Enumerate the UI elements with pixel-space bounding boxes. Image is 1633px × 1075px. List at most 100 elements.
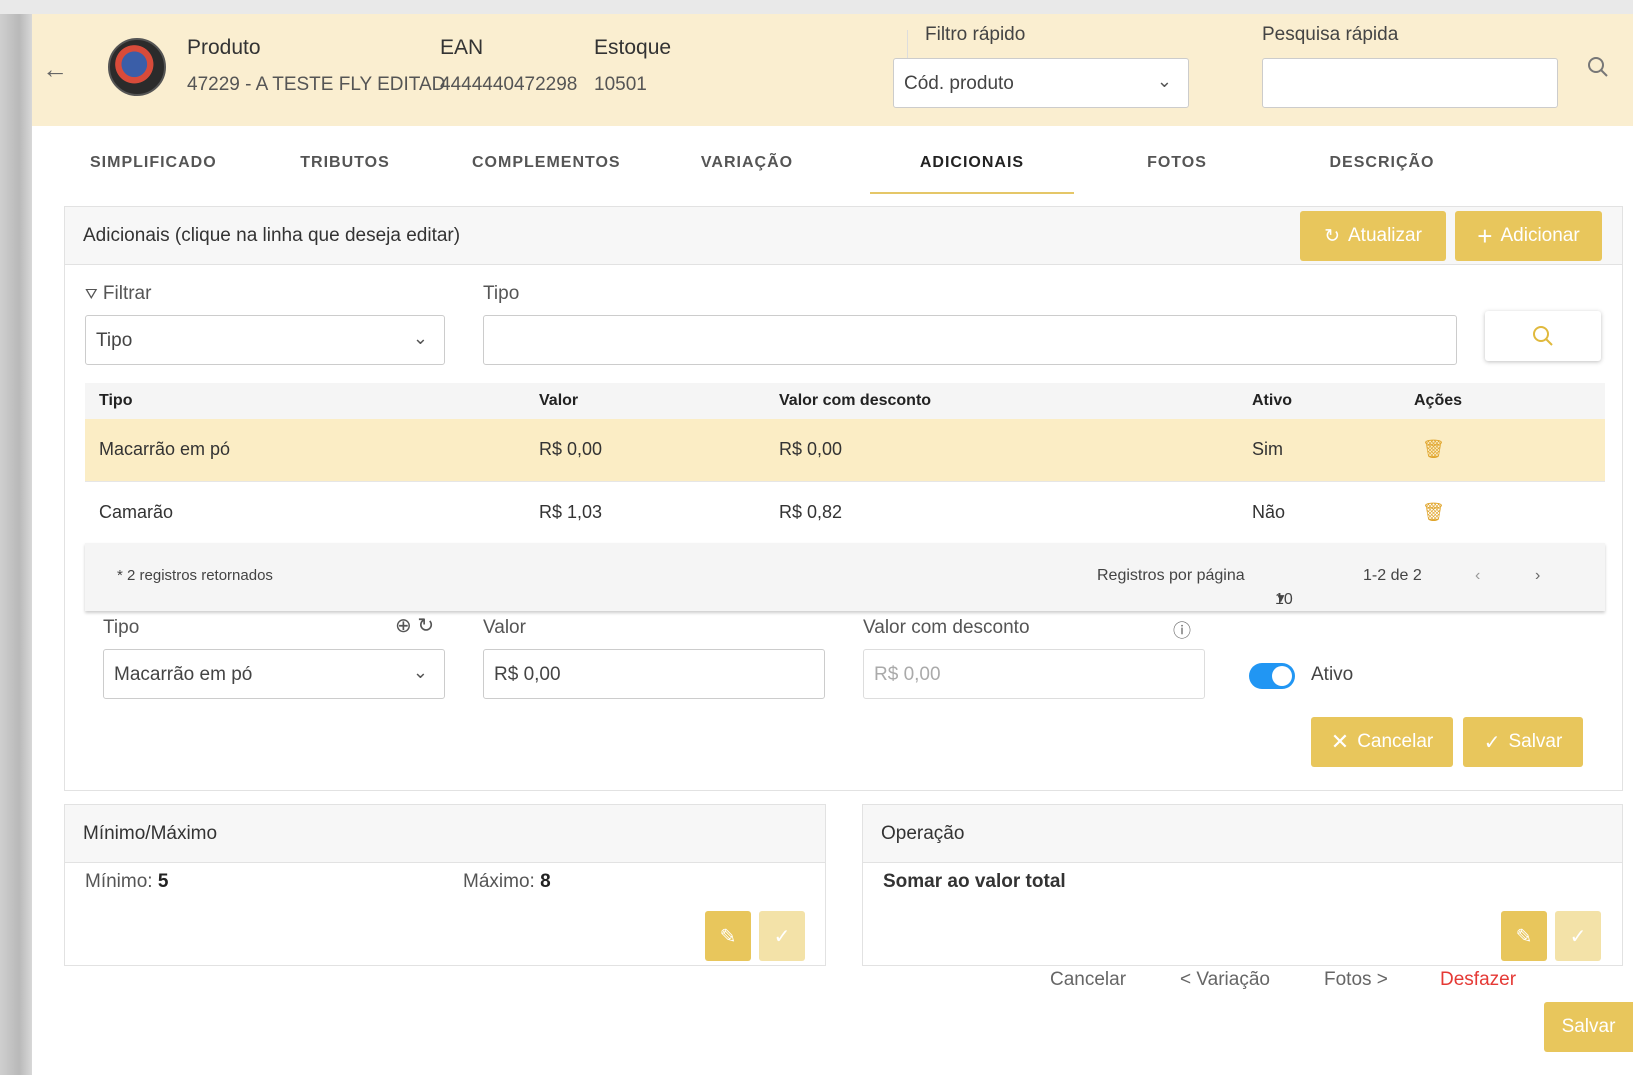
operation-value: Somar ao valor total — [883, 871, 1066, 892]
add-circle-icon[interactable]: ⊕ — [395, 615, 412, 637]
chevron-down-icon: ⌄ — [412, 328, 428, 348]
records-returned: * 2 registros retornados — [117, 567, 273, 584]
refresh-button[interactable]: ↻ Atualizar — [1300, 211, 1446, 261]
quick-filter-select[interactable]: Cód. produto ⌄ — [893, 58, 1189, 108]
cell-ativo: Não — [1238, 481, 1400, 544]
max-field: Máximo: 8 — [463, 871, 551, 893]
cell-tipo: Camarão — [85, 481, 525, 544]
quick-filter-label: Filtro rápido — [925, 24, 1026, 45]
product-header: ← Produto 47229 - A TESTE FLY EDITAD EAN… — [32, 14, 1633, 126]
edit-discount-label: Valor com desconto — [863, 617, 1030, 638]
cell-acoes: 🗑 — [1400, 419, 1605, 482]
search-icon — [1533, 326, 1553, 346]
ean-info: EAN 4444440472298 — [440, 36, 577, 96]
refresh-label: Atualizar — [1348, 225, 1422, 246]
filter-select[interactable]: Tipo ⌄ — [85, 315, 445, 365]
prev-page-icon[interactable]: ‹ — [1475, 567, 1480, 585]
back-arrow-icon[interactable]: ← — [42, 54, 68, 85]
filter-label-group: ⛛ Filtrar — [85, 283, 151, 305]
trash-icon[interactable]: 🗑 — [1422, 439, 1445, 459]
tab-complementos[interactable]: COMPLEMENTOS — [472, 126, 620, 194]
add-button[interactable]: + Adicionar — [1455, 211, 1602, 261]
edit-type-label: Tipo — [103, 617, 140, 638]
column-header-valor: Valor — [525, 383, 765, 419]
column-header-acoes: Ações — [1400, 383, 1605, 419]
filter-select-value: Tipo — [96, 330, 133, 351]
tab-fotos[interactable]: FOTOS — [1127, 126, 1227, 194]
minmax-title: Mínimo/Máximo — [65, 805, 825, 863]
type-search-input[interactable] — [483, 315, 1457, 365]
edit-minmax-button[interactable]: ✎ — [705, 911, 751, 961]
cell-valor: R$ 0,00 — [525, 419, 765, 482]
refresh-icon: ↻ — [1324, 225, 1340, 247]
ean-value: 4444440472298 — [440, 74, 578, 95]
footer-save-label: Salvar — [1561, 1016, 1616, 1037]
check-icon: ✓ — [1569, 925, 1587, 948]
min-field: Mínimo: 5 — [85, 871, 168, 893]
edit-value-label: Valor — [483, 617, 526, 638]
cell-acoes: 🗑 — [1400, 481, 1605, 544]
cell-desconto: R$ 0,00 — [765, 419, 1238, 482]
tab-adicionais[interactable]: ADICIONAIS — [870, 126, 1074, 194]
edit-type-value: Macarrão em pó — [114, 664, 253, 685]
next-page-icon[interactable]: › — [1535, 567, 1540, 585]
footer-undo-link[interactable]: Desfazer — [1440, 969, 1516, 991]
stock-value: 10501 — [594, 74, 647, 95]
check-icon: ✓ — [1483, 731, 1501, 754]
tab-tributos[interactable]: TRIBUTOS — [290, 126, 400, 194]
chevron-down-icon: ⌄ — [1156, 71, 1172, 91]
quick-search-label: Pesquisa rápida — [1262, 24, 1399, 45]
footer-prev-link[interactable]: < Variação — [1180, 969, 1270, 991]
search-icon[interactable] — [1587, 56, 1609, 84]
product-value: 47229 - A TESTE FLY EDITAD — [187, 74, 446, 95]
refresh-icon[interactable]: ↻ — [417, 615, 434, 637]
active-label: Ativo — [1311, 664, 1354, 685]
edit-value-input[interactable]: R$ 0,00 — [483, 649, 825, 699]
stock-info: Estoque 10501 — [594, 36, 671, 96]
cell-valor: R$ 1,03 — [525, 481, 765, 544]
confirm-operation-button[interactable]: ✓ — [1555, 911, 1601, 961]
tab-variacao[interactable]: VARIAÇÃO — [692, 126, 802, 194]
active-toggle[interactable] — [1249, 663, 1295, 689]
tab-descricao[interactable]: DESCRIÇÃO — [1317, 126, 1447, 194]
cancel-edit-button[interactable]: ✕ Cancelar — [1311, 717, 1453, 767]
footer-save-button[interactable]: Salvar — [1544, 1002, 1633, 1052]
tab-simplificado[interactable]: SIMPLIFICADO — [90, 126, 216, 194]
table-footer: * 2 registros retornados Registros por p… — [85, 543, 1605, 611]
product-avatar — [108, 38, 166, 96]
per-page-label: Registros por página — [1097, 567, 1245, 584]
table-row[interactable]: Camarão R$ 1,03 R$ 0,82 Não 🗑 — [85, 481, 1605, 544]
left-edge-bar — [0, 14, 32, 1075]
pencil-icon: ✎ — [1515, 925, 1533, 948]
type-search-label: Tipo — [483, 283, 520, 304]
additionals-card: Adicionais (clique na linha que deseja e… — [64, 206, 1623, 791]
minmax-card: Mínimo/Máximo Mínimo: 5 Máximo: 8 ✎ ✓ — [64, 804, 826, 966]
edit-operation-button[interactable]: ✎ — [1501, 911, 1547, 961]
min-label: Mínimo: — [85, 871, 153, 892]
edit-discount-input: R$ 0,00 — [863, 649, 1205, 699]
save-edit-button[interactable]: ✓ Salvar — [1463, 717, 1583, 767]
app-window: ← Produto 47229 - A TESTE FLY EDITAD EAN… — [0, 14, 1633, 1075]
funnel-icon: ⛛ — [85, 286, 98, 303]
tab-bar: SIMPLIFICADO TRIBUTOS COMPLEMENTOS VARIA… — [32, 126, 1592, 196]
cell-tipo: Macarrão em pó — [85, 419, 525, 482]
table-row[interactable]: Macarrão em pó R$ 0,00 R$ 0,00 Sim 🗑 — [85, 419, 1605, 482]
trash-icon[interactable]: 🗑 — [1422, 502, 1445, 522]
footer-cancel-link[interactable]: Cancelar — [1050, 969, 1126, 991]
add-label: Adicionar — [1500, 225, 1580, 246]
quick-search-input[interactable] — [1262, 58, 1558, 108]
edit-type-select[interactable]: Macarrão em pó ⌄ — [103, 649, 445, 699]
filter-label: Filtrar — [102, 283, 152, 304]
footer-next-link[interactable]: Fotos > — [1324, 969, 1388, 991]
ean-label: EAN — [440, 36, 484, 59]
filter-search-button[interactable] — [1485, 311, 1601, 361]
column-header-ativo: Ativo — [1238, 383, 1400, 419]
operation-title: Operação — [863, 805, 1622, 863]
max-value: 8 — [540, 871, 551, 892]
info-icon[interactable]: ⓘ — [1173, 617, 1191, 643]
table-header-row: Tipo Valor Valor com desconto Ativo Açõe… — [85, 383, 1605, 419]
pencil-icon: ✎ — [719, 925, 737, 948]
cell-desconto: R$ 0,82 — [765, 481, 1238, 544]
confirm-minmax-button[interactable]: ✓ — [759, 911, 805, 961]
save-edit-label: Salvar — [1508, 731, 1563, 752]
